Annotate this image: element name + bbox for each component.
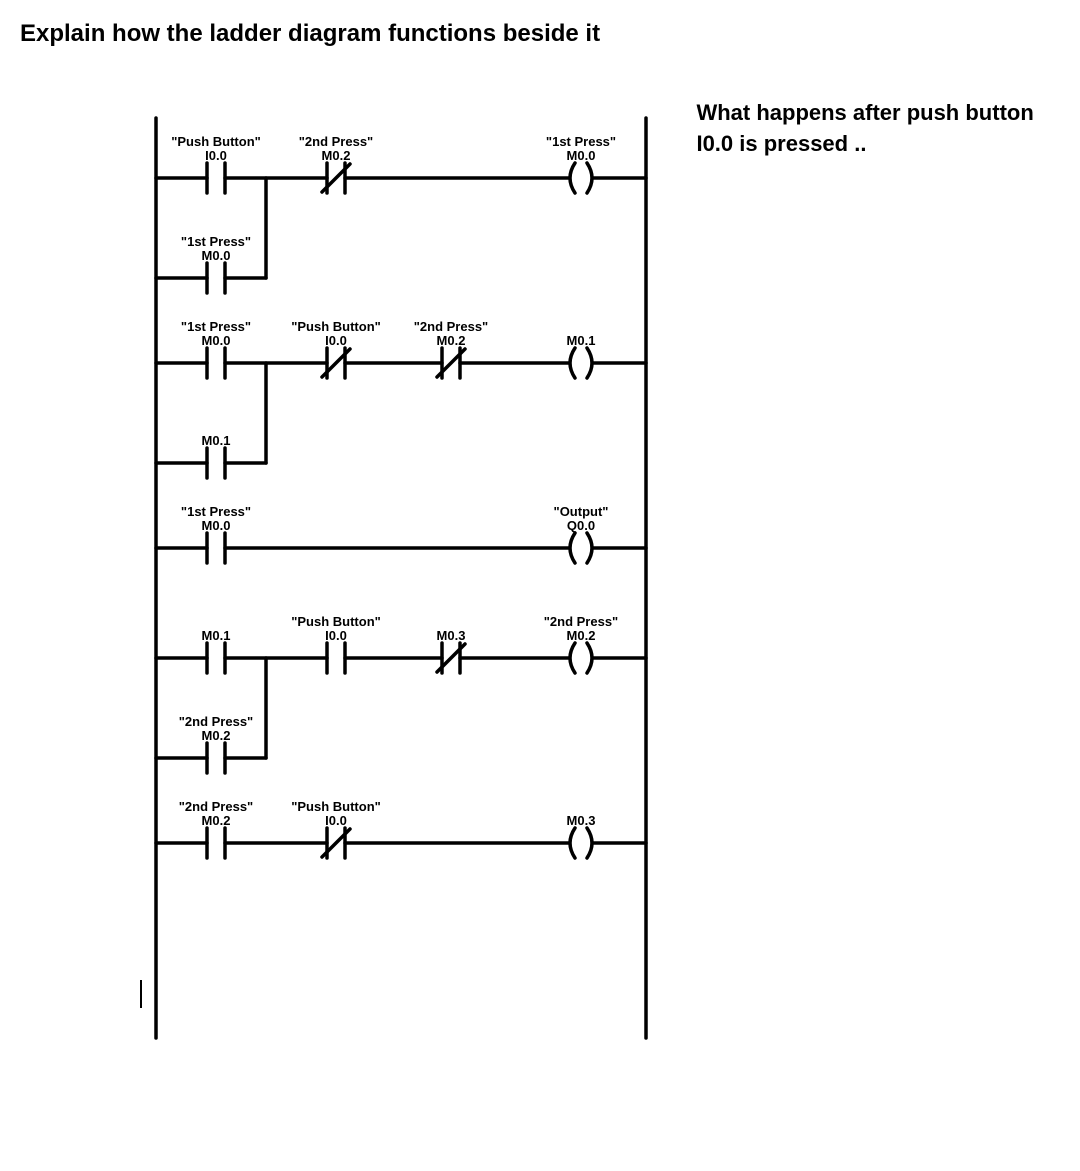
- svg-text:"2nd Press": "2nd Press": [414, 319, 488, 334]
- svg-text:M0.2: M0.2: [202, 728, 231, 743]
- ladder-diagram-container: "Push Button"I0.0"2nd Press"M0.2"1st Pre…: [50, 98, 656, 1063]
- svg-text:M0.2: M0.2: [322, 148, 351, 163]
- svg-text:I0.0: I0.0: [326, 628, 348, 643]
- svg-text:"1st Press": "1st Press": [181, 319, 251, 334]
- content-area: "Push Button"I0.0"2nd Press"M0.2"1st Pre…: [20, 98, 1060, 1063]
- svg-text:M0.1: M0.1: [202, 628, 231, 643]
- svg-text:"2nd Press": "2nd Press": [299, 134, 373, 149]
- svg-text:M0.3: M0.3: [567, 813, 596, 828]
- svg-text:"2nd Press": "2nd Press": [179, 799, 253, 814]
- ladder-diagram: "Push Button"I0.0"2nd Press"M0.2"1st Pre…: [146, 98, 656, 1058]
- svg-text:"Push Button": "Push Button": [172, 134, 262, 149]
- svg-text:"Push Button": "Push Button": [292, 799, 382, 814]
- svg-text:M0.0: M0.0: [567, 148, 596, 163]
- page-title: Explain how the ladder diagram functions…: [20, 20, 1060, 48]
- svg-text:M0.2: M0.2: [202, 813, 231, 828]
- svg-text:M0.0: M0.0: [202, 333, 231, 348]
- svg-text:"1st Press": "1st Press": [181, 504, 251, 519]
- text-cursor: [140, 980, 142, 1008]
- svg-text:M0.3: M0.3: [437, 628, 466, 643]
- svg-text:"1st Press": "1st Press": [546, 134, 616, 149]
- side-question: What happens after push button I0.0 is p…: [696, 98, 1060, 160]
- svg-text:M0.0: M0.0: [202, 518, 231, 533]
- svg-text:M0.2: M0.2: [567, 628, 596, 643]
- svg-text:I0.0: I0.0: [206, 148, 228, 163]
- svg-text:M0.1: M0.1: [202, 433, 231, 448]
- svg-text:"Push Button": "Push Button": [292, 614, 382, 629]
- svg-text:"2nd Press": "2nd Press": [179, 714, 253, 729]
- svg-text:M0.2: M0.2: [437, 333, 466, 348]
- svg-text:Q0.0: Q0.0: [567, 518, 595, 533]
- svg-text:I0.0: I0.0: [326, 813, 348, 828]
- svg-text:"1st Press": "1st Press": [181, 234, 251, 249]
- svg-text:I0.0: I0.0: [326, 333, 348, 348]
- svg-text:"Push Button": "Push Button": [292, 319, 382, 334]
- svg-text:"Output": "Output": [554, 504, 609, 519]
- svg-text:M0.0: M0.0: [202, 248, 231, 263]
- svg-text:M0.1: M0.1: [567, 333, 596, 348]
- svg-text:"2nd Press": "2nd Press": [544, 614, 618, 629]
